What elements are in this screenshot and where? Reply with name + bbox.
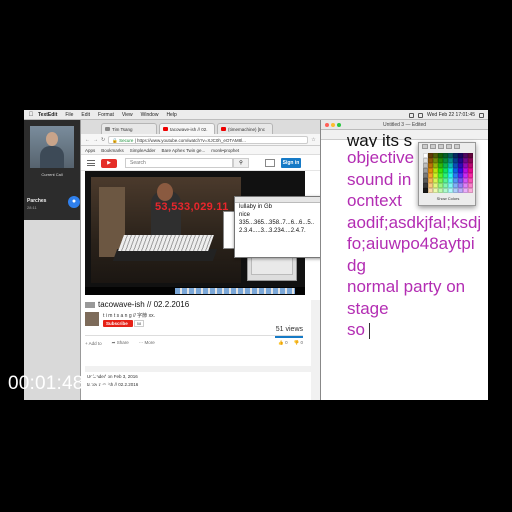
video-timecode: 00:01:48;04 <box>8 373 111 394</box>
zoom-icon[interactable] <box>337 123 341 127</box>
menu-format[interactable]: Format <box>98 112 114 118</box>
mac-menubar:  TextEdit File Edit Format View Window … <box>24 110 488 120</box>
show-colors-label[interactable]: Show Colors <box>419 196 477 201</box>
bookmarks-bar: Apps Bookmarks SimpleAdder Bare Aphex Tw… <box>81 146 345 155</box>
menu-view[interactable]: View <box>122 112 133 118</box>
spotlight-icon[interactable] <box>479 112 484 118</box>
back-icon[interactable]: ← <box>85 137 90 143</box>
hamburger-icon[interactable] <box>87 160 95 166</box>
text-caret <box>368 322 370 339</box>
bookmark-apps[interactable]: Apps <box>85 148 95 153</box>
note-line: 2.3.4.....3...3.234....2.4.7. <box>239 228 306 234</box>
youtube-icon <box>221 127 226 131</box>
forward-icon[interactable]: → <box>93 137 98 143</box>
youtube-search-input[interactable]: Search <box>125 158 233 168</box>
search-icon[interactable]: ⚲ <box>233 158 249 168</box>
sign-in-button[interactable]: Sign in <box>281 158 301 168</box>
text-line-last: so <box>347 319 488 341</box>
star-icon[interactable]: ☆ <box>311 137 315 143</box>
upload-icon[interactable] <box>265 159 275 167</box>
apple-menu-icon[interactable]:  <box>24 112 38 118</box>
lock-icon: 🔒 <box>112 137 118 143</box>
add-to-button[interactable]: + Add to <box>85 341 102 346</box>
tab-timemachine[interactable]: (timemachine) [Inc <box>217 123 273 134</box>
page-icon <box>105 127 110 131</box>
menu-app-name[interactable]: TextEdit <box>38 112 57 118</box>
dislike-button[interactable]: 👎 0 <box>294 340 303 346</box>
youtube-icon <box>163 127 168 131</box>
note-line: nice <box>239 212 251 218</box>
video-description: Uploaded on Feb 3, 2016 tacowave-ish // … <box>85 366 311 398</box>
call-duration: 28:11 <box>27 205 37 210</box>
note-line: 335...365...358..7...6...6...5.. <box>239 220 315 226</box>
channel-avatar[interactable] <box>85 312 99 326</box>
subscribe-button[interactable]: Subscribe <box>103 320 133 327</box>
hd-badge-icon <box>85 301 95 308</box>
menu-edit[interactable]: Edit <box>81 112 90 118</box>
dock-reflection <box>175 288 295 294</box>
youtube-header: ▶ Search ⚲ Sign in <box>81 155 345 171</box>
tab-tim-tsang[interactable]: Tim Tsang <box>101 123 157 134</box>
menubar-clock[interactable]: Wed Feb 22 17:01:45 <box>427 112 475 118</box>
text-line: stage <box>347 298 389 318</box>
color-mode-tabs[interactable] <box>419 143 475 151</box>
minimize-icon[interactable] <box>331 123 335 127</box>
text-line: normal party on <box>347 277 466 296</box>
like-ratio-bar <box>275 336 303 338</box>
tab-youtube-video[interactable]: tacowave-ish // 02. <box>159 123 215 134</box>
color-swatch[interactable] <box>468 188 473 193</box>
color-swatch-grid[interactable] <box>423 153 473 193</box>
more-button[interactable]: ⋯ More <box>139 340 155 346</box>
call-status: Current Call <box>41 172 63 177</box>
bookmark-bookmarks[interactable]: Bookmarks <box>101 148 124 153</box>
video-info: tacowave-ish // 02.2.2016 t i m t s a n … <box>85 298 311 364</box>
note-window[interactable]: lullaby in Gb nice 335...365...358..7...… <box>234 196 330 258</box>
video-actions: + Add to ➦ Share ⋯ More 👍 0 👎 0 <box>85 339 303 347</box>
document-title: Untitled 3 — Edited <box>382 122 427 128</box>
like-button[interactable]: 👍 0 <box>278 340 287 346</box>
text-line: aodif;asdkjfal;ksdj <box>347 212 482 232</box>
text-line: fo;aiuwpo48aytpi <box>347 234 475 253</box>
battery-icon[interactable] <box>418 112 423 118</box>
youtube-logo[interactable]: ▶ <box>101 159 117 168</box>
color-picker-panel[interactable]: Show Colors <box>418 142 476 206</box>
bookmark-monk-prophet[interactable]: monk•prophet <box>211 148 239 153</box>
note-line: lullaby in Gb <box>239 204 273 210</box>
address-bar[interactable]: 🔒 Secure | https://www.youtube.com/watch… <box>108 135 309 144</box>
microphone-icon[interactable]: ● <box>68 196 80 208</box>
reload-icon[interactable]: ↻ <box>101 137 105 143</box>
menu-file[interactable]: File <box>65 112 73 118</box>
screen-recording:  TextEdit File Edit Format View Window … <box>24 110 488 400</box>
channel-name[interactable]: t i m t s a n g // 字節 xx. <box>103 312 155 319</box>
video-frame <box>91 177 241 283</box>
wifi-icon[interactable] <box>409 112 414 118</box>
bookmark-simpleadder[interactable]: SimpleAdder <box>130 148 156 153</box>
view-count-overlay: 53,533,029.11 <box>155 201 229 213</box>
textedit-titlebar[interactable]: Untitled 3 — Edited <box>321 120 488 130</box>
close-icon[interactable] <box>325 123 329 127</box>
menu-help[interactable]: Help <box>166 112 176 118</box>
view-count: 51 views <box>275 326 303 333</box>
video-title: tacowave-ish // 02.2.2016 <box>85 300 189 309</box>
caller-video <box>30 126 74 168</box>
browser-toolbar: ← → ↻ 🔒 Secure | https://www.youtube.com… <box>81 134 345 146</box>
subscriber-count: 58 <box>134 320 144 327</box>
menu-window[interactable]: Window <box>141 112 159 118</box>
chrome-browser-window: Tim Tsang tacowave-ish // 02. (timemachi… <box>80 120 345 400</box>
bookmark-aphex[interactable]: Bare Aphex Twin ge... <box>162 148 206 153</box>
player-controls[interactable] <box>85 287 305 295</box>
caller-name: Parches <box>27 198 47 204</box>
browser-tabstrip: Tim Tsang tacowave-ish // 02. (timemachi… <box>81 120 345 134</box>
share-button[interactable]: ➦ Share <box>112 340 129 346</box>
text-line: dg <box>347 255 366 275</box>
